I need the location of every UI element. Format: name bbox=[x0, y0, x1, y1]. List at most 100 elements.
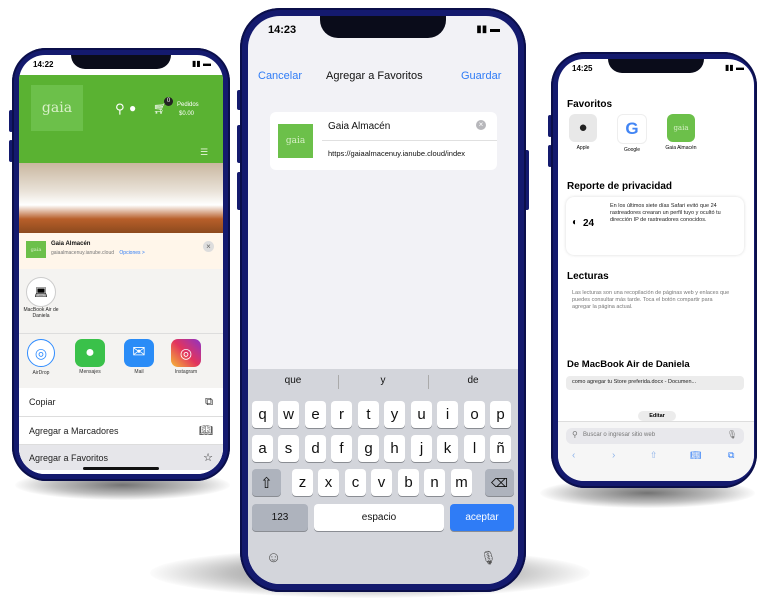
status-time: 14:25 bbox=[572, 64, 593, 73]
cancel-button[interactable]: Cancelar bbox=[258, 70, 302, 82]
privacy-title: Reporte de privacidad bbox=[567, 181, 673, 192]
key-h[interactable]: h bbox=[384, 435, 405, 462]
tabs-icon[interactable]: ⧉ bbox=[728, 450, 734, 461]
space-key[interactable]: espacio bbox=[314, 504, 444, 531]
menu-icon[interactable]: ☰ bbox=[200, 147, 208, 158]
key-t[interactable]: t bbox=[358, 401, 379, 428]
key-v[interactable]: v bbox=[371, 469, 392, 496]
action-copy[interactable]: Copiar ⧉ bbox=[19, 388, 223, 416]
share-options-link[interactable]: Opciones > bbox=[119, 250, 144, 256]
favorite-apple[interactable]: ● Apple bbox=[566, 114, 600, 151]
app-messages[interactable]: ● Mensajes bbox=[73, 339, 107, 375]
key-o[interactable]: o bbox=[464, 401, 485, 428]
key-b[interactable]: b bbox=[398, 469, 419, 496]
favorite-google-label: Google bbox=[623, 147, 641, 153]
name-field[interactable]: Gaia Almacén × bbox=[322, 115, 492, 137]
signal-icon: ▮▮ ▬ bbox=[476, 24, 500, 35]
close-icon[interactable]: × bbox=[203, 241, 214, 252]
reading-title: Lecturas bbox=[567, 271, 609, 282]
macbook-item[interactable]: como agregar tu Store preferida.docx - D… bbox=[566, 376, 744, 390]
forward-icon[interactable]: › bbox=[612, 450, 615, 461]
search-input[interactable]: ⚲ Buscar o ingresar sitio web 🎙︎ bbox=[566, 428, 744, 444]
key-s[interactable]: s bbox=[278, 435, 299, 462]
search-icon[interactable]: ⚲ bbox=[115, 101, 125, 117]
key-j[interactable]: j bbox=[411, 435, 432, 462]
airdrop-icon: ◎ bbox=[27, 339, 55, 367]
user-icon[interactable]: ● bbox=[129, 101, 136, 115]
site-logo[interactable]: gaia bbox=[31, 85, 83, 131]
share-title: Gaia Almacén bbox=[51, 241, 91, 247]
macbook-title: De MacBook Air de Daniela bbox=[567, 359, 690, 370]
app-instagram-label: Instagram bbox=[174, 369, 198, 375]
key-y[interactable]: y bbox=[384, 401, 405, 428]
gaia-icon: gaia bbox=[667, 114, 695, 142]
edit-button[interactable]: Editar bbox=[638, 411, 676, 421]
key-k[interactable]: k bbox=[437, 435, 458, 462]
delete-key[interactable]: ⌫ bbox=[485, 469, 514, 496]
key-w[interactable]: w bbox=[278, 401, 299, 428]
laptop-icon: 💻︎ bbox=[26, 277, 56, 307]
signal-icon: ▮▮ ▬ bbox=[191, 59, 211, 68]
emoji-icon[interactable]: ☺ bbox=[266, 549, 281, 566]
clear-icon[interactable]: × bbox=[476, 120, 486, 130]
key-q[interactable]: q bbox=[252, 401, 273, 428]
key-x[interactable]: x bbox=[318, 469, 339, 496]
space-key-label: espacio bbox=[361, 512, 397, 523]
numbers-key[interactable]: 123 bbox=[252, 504, 308, 531]
key-u[interactable]: u bbox=[411, 401, 432, 428]
safari-toolbar: ⚲ Buscar o ingresar sitio web 🎙︎ ‹ › ⇧ 📖… bbox=[558, 421, 754, 481]
divider bbox=[19, 333, 223, 334]
save-button[interactable]: Guardar bbox=[461, 70, 501, 82]
favorite-google[interactable]: G Google bbox=[615, 114, 649, 153]
suggestion-que[interactable]: que bbox=[248, 375, 338, 386]
shield-icon: ◐ bbox=[572, 217, 579, 228]
key-c[interactable]: c bbox=[345, 469, 366, 496]
back-icon[interactable]: ‹ bbox=[572, 450, 575, 461]
share-site-thumbnail: gaia bbox=[26, 241, 46, 258]
airdrop-device[interactable]: 💻︎ MacBook Air de Daniela bbox=[23, 277, 59, 319]
notch bbox=[320, 16, 446, 38]
key-i[interactable]: i bbox=[437, 401, 458, 428]
shift-icon: ⇧ bbox=[260, 474, 273, 492]
app-airdrop-label: AirDrop bbox=[32, 370, 50, 376]
bookmarks-icon[interactable]: 📖︎ bbox=[690, 450, 701, 461]
home-indicator bbox=[83, 467, 159, 470]
share-url-text: gaiaalmacenuy.ianube.cloud bbox=[51, 250, 115, 256]
action-bookmark[interactable]: Agregar a Marcadores 📖︎ bbox=[19, 416, 223, 444]
key-d[interactable]: d bbox=[305, 435, 326, 462]
accept-key-label: aceptar bbox=[465, 512, 499, 523]
app-mail[interactable]: ✉ Mail bbox=[122, 339, 156, 375]
key-a[interactable]: a bbox=[252, 435, 273, 462]
app-instagram[interactable]: ◎ Instagram bbox=[169, 339, 203, 375]
suggestion-y[interactable]: y bbox=[338, 375, 428, 386]
favorite-gaia-label: Gaia Almacén bbox=[665, 145, 697, 151]
share-icon[interactable]: ⇧ bbox=[650, 450, 658, 461]
book-icon: 📖︎ bbox=[199, 425, 213, 437]
key-m[interactable]: m bbox=[451, 469, 472, 496]
favorite-apple-label: Apple bbox=[576, 145, 590, 151]
privacy-card[interactable]: ◐ 24 En los últimos siete días Safari ev… bbox=[566, 197, 744, 255]
microphone-icon[interactable]: 🎙︎ bbox=[480, 550, 497, 566]
suggestion-de[interactable]: de bbox=[428, 375, 518, 386]
key-g[interactable]: g bbox=[358, 435, 379, 462]
actions-list: Copiar ⧉ Agregar a Marcadores 📖︎ Agregar… bbox=[19, 388, 223, 474]
microphone-icon[interactable]: 🎙︎ bbox=[727, 430, 737, 439]
shift-key[interactable]: ⇧ bbox=[252, 469, 281, 496]
key-l[interactable]: l bbox=[464, 435, 485, 462]
search-icon: ⚲ bbox=[572, 430, 578, 439]
accept-key[interactable]: aceptar bbox=[450, 504, 514, 531]
key-r[interactable]: r bbox=[331, 401, 352, 428]
app-airdrop[interactable]: ◎ AirDrop bbox=[26, 339, 56, 376]
key-p[interactable]: p bbox=[490, 401, 511, 428]
key-enye[interactable]: ñ bbox=[490, 435, 511, 462]
key-f[interactable]: f bbox=[331, 435, 352, 462]
favorite-gaia[interactable]: gaia Gaia Almacén bbox=[664, 114, 698, 151]
delete-icon: ⌫ bbox=[491, 475, 508, 490]
app-messages-label: Mensajes bbox=[79, 369, 101, 375]
url-field[interactable]: https://gaiaalmacenuy.ianube.cloud/index bbox=[322, 143, 497, 165]
key-n[interactable]: n bbox=[424, 469, 445, 496]
right-phone: 14:25 ▮▮ ▬ Favoritos ● Apple G Google ga… bbox=[551, 52, 757, 488]
site-header: gaia ⚲ ● 🛒︎ 0 Pedidos $0.00 ☰ bbox=[19, 75, 223, 163]
key-z[interactable]: z bbox=[292, 469, 313, 496]
key-e[interactable]: e bbox=[305, 401, 326, 428]
